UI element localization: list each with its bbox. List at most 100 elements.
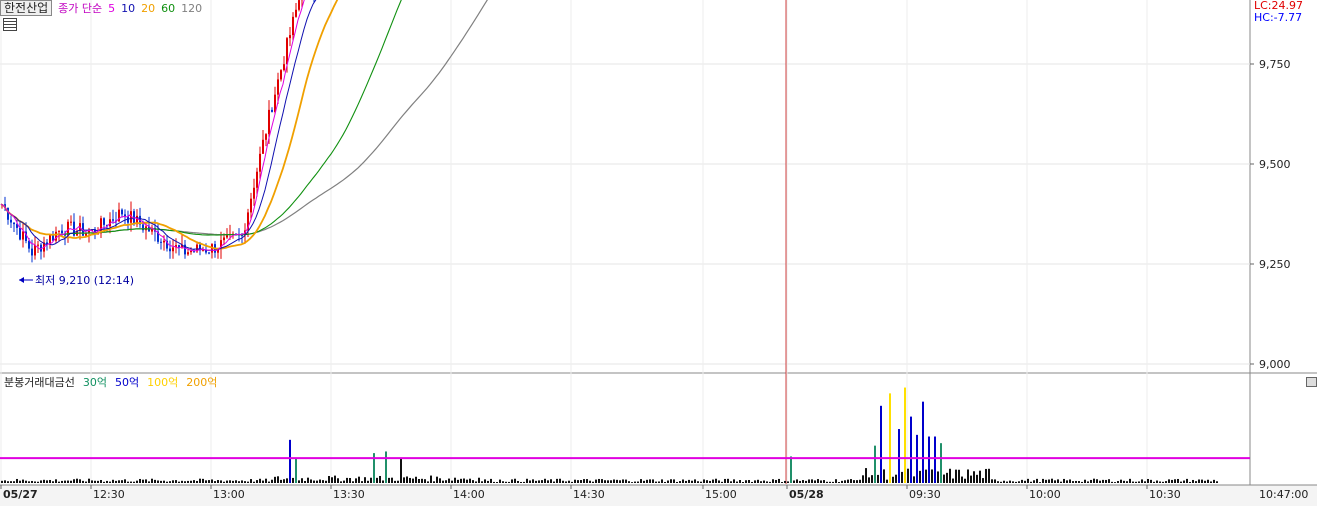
price-tick-label: 9,500	[1259, 158, 1291, 171]
volume-bar	[439, 478, 441, 483]
volume-bar	[904, 387, 906, 483]
volume-bar	[76, 478, 78, 483]
volume-bar	[163, 480, 165, 483]
volume-bar	[256, 480, 258, 483]
time-readout: 10:47:00	[1259, 488, 1308, 501]
volume-bar	[868, 477, 870, 483]
panel-collapse-button[interactable]	[1306, 377, 1317, 387]
volume-bar	[130, 481, 132, 483]
volume-bar	[436, 476, 438, 483]
volume-bar	[553, 481, 555, 483]
volume-bar	[1084, 479, 1086, 483]
volume-bar	[853, 480, 855, 483]
volume-bar	[91, 480, 93, 483]
candle-body	[250, 198, 252, 213]
candle-body	[103, 218, 105, 225]
candle-body	[253, 187, 255, 199]
volume-bar	[313, 480, 315, 483]
volume-bar	[484, 479, 486, 483]
price-chart[interactable]: 9,0009,2509,5009,75010,00010,25010,50010…	[0, 0, 1317, 506]
volume-bar	[28, 481, 30, 483]
volume-bar	[835, 479, 837, 483]
volume-bar	[1069, 479, 1071, 483]
volume-bar	[931, 469, 933, 483]
volume-bar	[1198, 479, 1200, 483]
hc-label: HC:-7.77	[1254, 11, 1303, 24]
volume-bar	[604, 480, 606, 483]
volume-bar	[454, 477, 456, 483]
candle-body	[34, 245, 36, 256]
volume-bar	[490, 478, 492, 483]
volume-bar	[547, 480, 549, 483]
volume-level-100: 100억	[147, 376, 179, 389]
volume-bar	[616, 479, 618, 483]
candle-body	[160, 241, 162, 243]
volume-bar	[670, 479, 672, 483]
volume-bar	[949, 468, 951, 483]
volume-bar	[718, 480, 720, 483]
volume-bar	[991, 479, 993, 483]
volume-bar	[628, 481, 630, 483]
volume-bar	[556, 478, 558, 483]
volume-bar	[463, 478, 465, 483]
candle-body	[187, 252, 189, 255]
grid-menu-icon[interactable]	[3, 18, 17, 31]
volume-bar	[940, 443, 942, 483]
volume-bar	[796, 479, 798, 483]
volume-bar	[85, 481, 87, 483]
volume-bar	[31, 480, 33, 483]
volume-bar	[1099, 480, 1101, 483]
volume-bar	[238, 481, 240, 483]
volume-bar	[394, 480, 396, 483]
ma-period-10: 10	[121, 1, 136, 15]
volume-bar	[1174, 479, 1176, 483]
volume-bar	[283, 479, 285, 483]
volume-bar	[172, 480, 174, 483]
volume-bar	[979, 470, 981, 483]
volume-bar	[1171, 479, 1173, 483]
volume-bar	[577, 480, 579, 483]
candle-body	[55, 231, 57, 241]
volume-bar	[1213, 479, 1215, 483]
volume-bar	[262, 480, 264, 483]
volume-bar	[1150, 479, 1152, 483]
candle-body	[163, 240, 165, 243]
volume-bar	[181, 480, 183, 483]
volume-bar	[388, 477, 390, 483]
volume-bar	[820, 480, 822, 483]
volume-bar	[997, 481, 999, 483]
volume-bar	[760, 481, 762, 483]
volume-bar	[1135, 481, 1137, 483]
price-tick-label: 9,250	[1259, 258, 1291, 271]
x-axis-band	[0, 485, 1317, 506]
volume-bar	[121, 480, 123, 483]
volume-bar	[64, 480, 66, 483]
volume-bar	[529, 480, 531, 483]
volume-bar	[424, 479, 426, 483]
volume-bar	[406, 476, 408, 483]
volume-bar	[1045, 479, 1047, 483]
volume-bar	[709, 480, 711, 483]
volume-bar	[1144, 481, 1146, 483]
candle-body	[169, 248, 171, 252]
volume-bar	[754, 480, 756, 483]
volume-bar	[316, 480, 318, 483]
volume-bar	[694, 479, 696, 483]
volume-bar	[871, 475, 873, 483]
volume-bar	[298, 480, 300, 483]
volume-bar	[667, 480, 669, 483]
volume-bar	[145, 479, 147, 483]
volume-bar	[1024, 480, 1026, 483]
volume-bar	[727, 478, 729, 483]
candle-body	[286, 38, 288, 65]
volume-bar	[1081, 481, 1083, 483]
volume-bar	[109, 481, 111, 483]
volume-bar	[157, 480, 159, 483]
volume-bar	[184, 481, 186, 483]
volume-bar	[781, 482, 783, 483]
stock-name-box[interactable]: 한전산업	[0, 0, 53, 16]
volume-bar	[502, 481, 504, 483]
volume-bar	[58, 481, 60, 483]
volume-bar	[247, 481, 249, 483]
candle-body	[283, 64, 285, 71]
